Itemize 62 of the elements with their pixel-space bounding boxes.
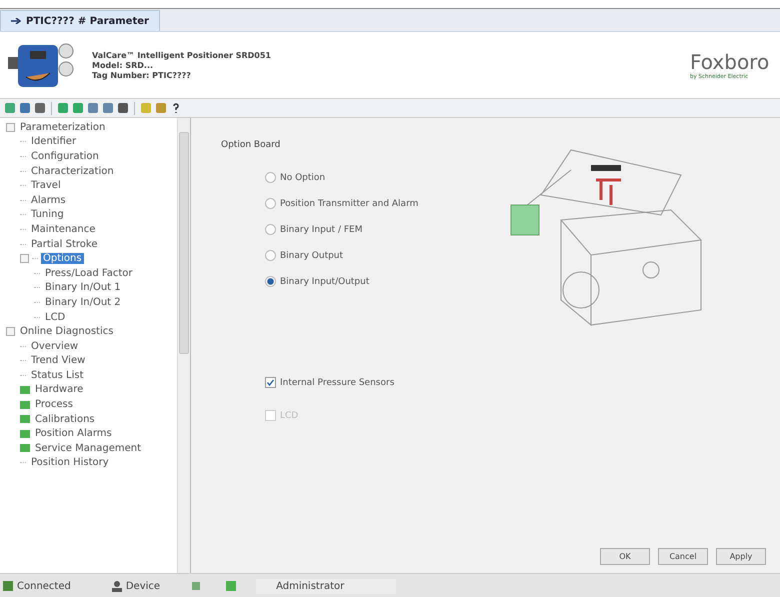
tree-item[interactable]: Parameterization — [18, 122, 108, 133]
radio-label: No Option — [280, 172, 326, 182]
network-icon — [2, 580, 14, 592]
dialog-button[interactable]: Cancel — [658, 548, 708, 565]
toolbar-icon[interactable] — [102, 102, 114, 114]
device-status: Device — [126, 580, 160, 592]
expander-icon[interactable] — [20, 254, 29, 264]
tree-item[interactable]: Overview — [29, 340, 80, 352]
tree-item[interactable]: Position Alarms — [33, 428, 114, 440]
tree-item[interactable]: Partial Stroke — [29, 238, 100, 250]
toolbar-icon[interactable] — [87, 102, 99, 114]
dialog-button[interactable]: Apply — [716, 548, 766, 565]
tree-item[interactable]: Maintenance — [29, 224, 98, 235]
tree-item[interactable]: Binary In/Out 1 — [43, 282, 123, 294]
user-role: Administrator — [256, 578, 396, 594]
user-icon — [110, 580, 123, 592]
device-info-text: Model: SRD... — [92, 60, 154, 70]
tree-item[interactable]: Status List — [29, 370, 86, 381]
status-icon — [226, 581, 236, 591]
scrollbar[interactable] — [177, 118, 190, 573]
radio-button[interactable] — [265, 276, 276, 287]
tree-item[interactable]: Tuning — [29, 209, 66, 220]
radio-button[interactable] — [265, 198, 276, 209]
tree-item[interactable]: Process — [33, 399, 75, 410]
tree-item[interactable]: LCD — [43, 312, 68, 323]
dialog-button[interactable]: OK — [600, 548, 650, 565]
checkbox-label: Internal Pressure Sensors — [280, 378, 394, 388]
radio-label: Binary Input / FEM — [280, 224, 362, 234]
tree-item[interactable]: Options — [41, 253, 84, 264]
tree-item[interactable]: Position History — [29, 457, 111, 468]
radio-button[interactable] — [265, 224, 276, 235]
tree-item[interactable]: Hardware — [33, 384, 86, 396]
device-icon — [190, 580, 202, 592]
radio-label: Binary Input/Output — [280, 276, 370, 286]
radio-button[interactable] — [265, 250, 276, 261]
tree-item[interactable]: Calibrations — [33, 414, 97, 425]
document-tab[interactable]: PTIC???? # Parameter — [0, 10, 160, 31]
radio-label: Binary Output — [280, 250, 344, 260]
logo-text: Foxboro — [690, 50, 770, 74]
tree-item[interactable]: Alarms — [29, 194, 68, 206]
device-info-text: ValCare™ Intelligent Positioner SRD051 — [92, 50, 272, 60]
expander-icon[interactable] — [6, 122, 15, 132]
toolbar-icon[interactable] — [34, 102, 46, 114]
section-title: Option Board — [221, 140, 282, 150]
arrow-icon — [11, 18, 21, 24]
tree-item[interactable]: Characterization — [29, 166, 116, 177]
tree-item[interactable]: Travel — [29, 180, 63, 192]
tree-item[interactable]: Configuration — [29, 150, 101, 162]
tree-item[interactable]: Press/Load Factor — [43, 268, 134, 279]
checkbox[interactable] — [265, 377, 276, 388]
radio-button[interactable] — [265, 172, 276, 183]
expander-icon[interactable] — [6, 327, 15, 336]
tree-item[interactable]: Identifier — [29, 136, 78, 148]
tree-item[interactable]: Binary In/Out 2 — [43, 296, 123, 308]
connection-status: Connected — [17, 580, 71, 592]
toolbar-icon[interactable] — [19, 102, 31, 114]
toolbar-icon[interactable] — [117, 102, 129, 114]
tree-item[interactable]: Service Management — [33, 442, 144, 454]
tree-item[interactable]: Online Diagnostics — [18, 326, 116, 338]
tree-item[interactable]: Trend View — [29, 355, 88, 366]
radio-label: Position Transmitter and Alarm — [280, 198, 418, 208]
device-info-text: Tag Number: PTIC???? — [92, 70, 192, 80]
